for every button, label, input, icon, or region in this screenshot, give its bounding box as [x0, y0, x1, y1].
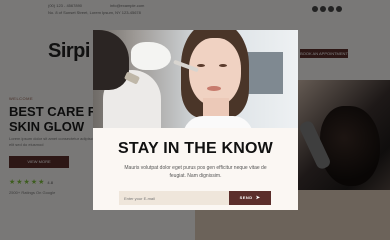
- email-input[interactable]: [119, 191, 229, 205]
- modal-title: STAY IN THE KNOW: [118, 140, 273, 157]
- photo-eye-left: [197, 64, 205, 67]
- modal-photo: [93, 30, 298, 128]
- newsletter-modal: STAY IN THE KNOW Mauris volutpat dolor e…: [93, 30, 298, 210]
- photo-lips: [207, 86, 221, 91]
- photo-eye-right: [219, 64, 227, 67]
- send-arrow-icon: ➤: [255, 195, 261, 201]
- photo-shirt: [183, 116, 253, 128]
- send-button[interactable]: SEND ➤: [229, 191, 271, 205]
- photo-bg-shape: [243, 52, 283, 94]
- modal-description: Mauris volutpat dolor eget purus pos gen…: [124, 165, 267, 179]
- send-button-label: SEND: [239, 195, 253, 200]
- photo-doctor-hair: [93, 30, 129, 90]
- photo-glove: [131, 42, 171, 70]
